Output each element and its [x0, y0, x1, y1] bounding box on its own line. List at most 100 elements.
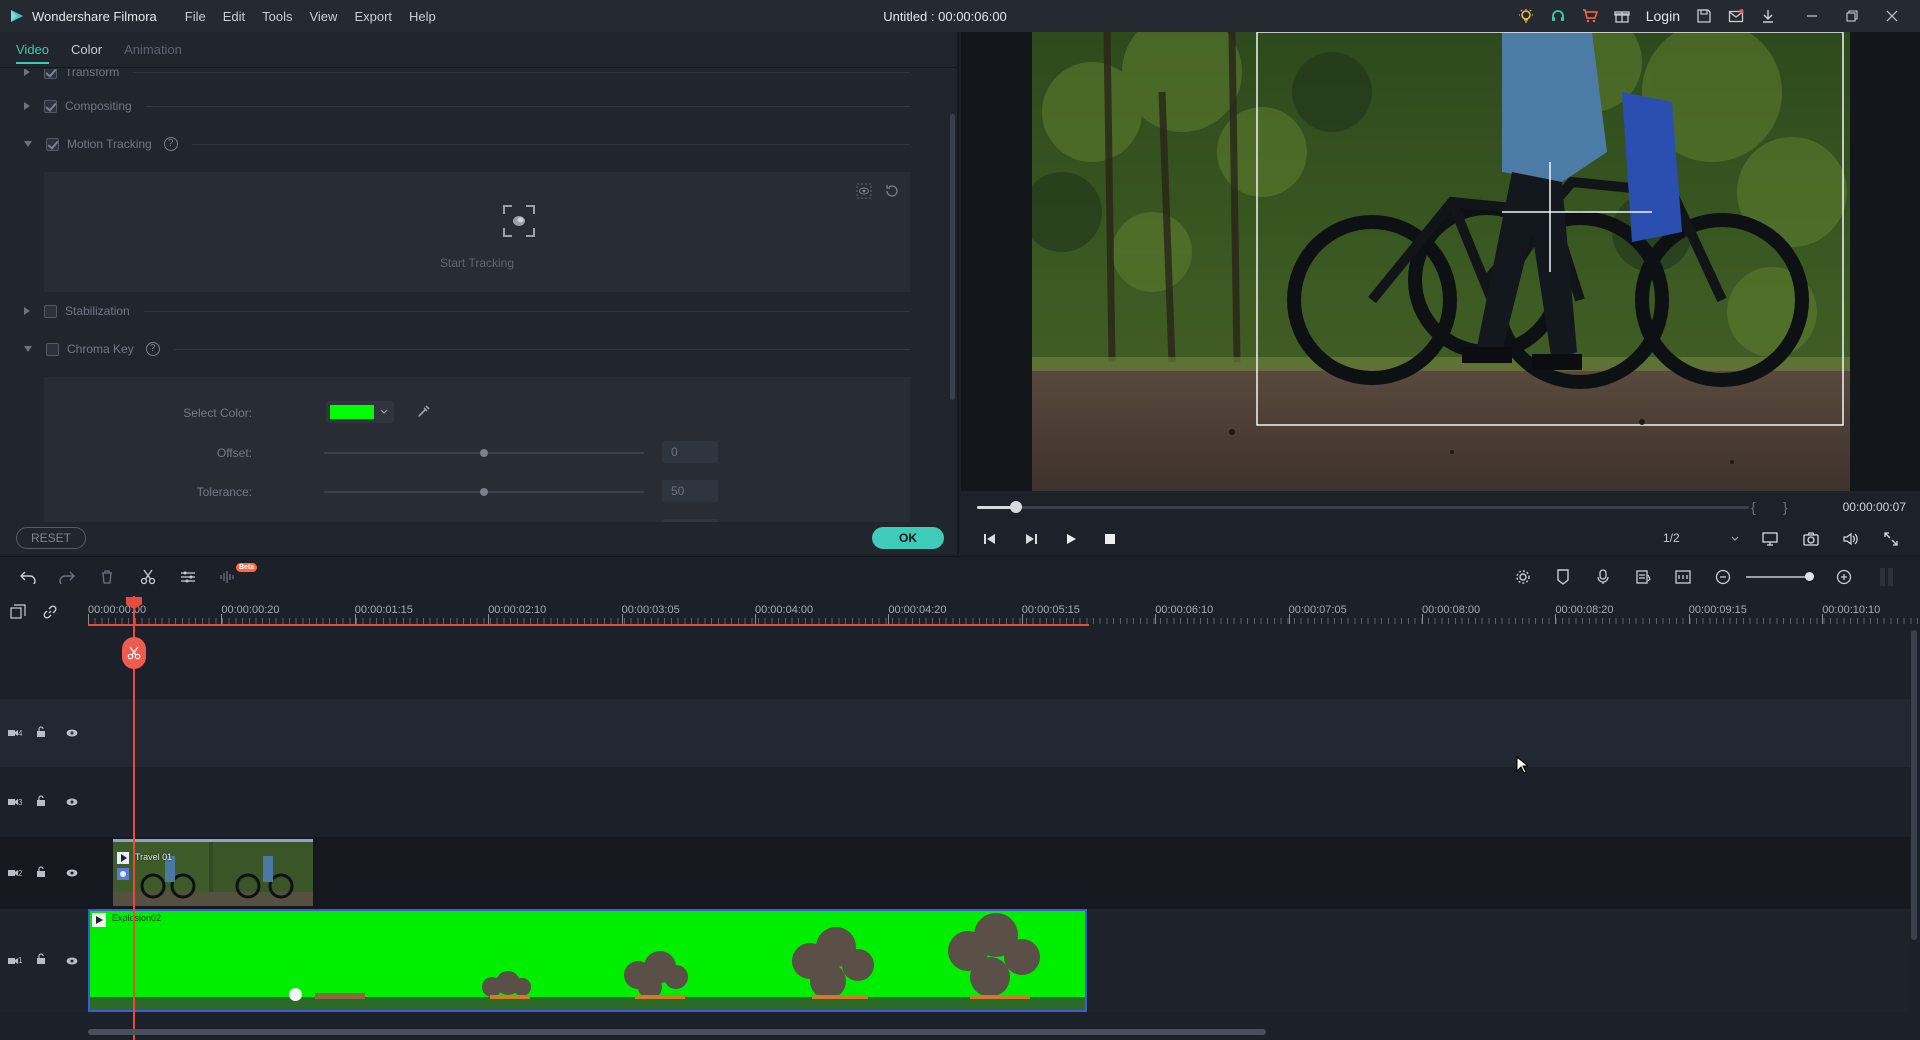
minimize-icon[interactable]: [1796, 0, 1828, 32]
download-icon[interactable]: [1752, 0, 1784, 32]
collapse-arrow-icon[interactable]: [24, 141, 32, 147]
zoom-in-icon[interactable]: [1834, 567, 1854, 587]
next-frame-icon[interactable]: [1021, 529, 1041, 549]
help-icon[interactable]: ?: [145, 342, 160, 356]
audio-waveform-icon[interactable]: [218, 567, 238, 587]
playback-progress-knob[interactable]: [1009, 501, 1022, 513]
render-gear-icon[interactable]: [1513, 567, 1533, 587]
timeline-ruler[interactable]: 00:00:00:00 00:00:00:20 00:00:01:15 00:00:0…: [88, 596, 1920, 626]
eyedropper-icon[interactable]: [416, 403, 432, 422]
ok-button[interactable]: OK: [872, 527, 944, 549]
zoom-out-icon[interactable]: [1713, 567, 1733, 587]
mail-icon[interactable]: [1720, 0, 1752, 32]
snapshot-camera-icon[interactable]: [1801, 529, 1821, 549]
clip-travel[interactable]: Travel 01: [113, 839, 313, 906]
keyframe-dot[interactable]: [289, 988, 302, 1001]
marker-shield-icon[interactable]: [1553, 567, 1573, 587]
tab-animation[interactable]: Animation: [124, 42, 182, 57]
tolerance-slider[interactable]: [324, 488, 644, 496]
section-stabilization[interactable]: Stabilization: [24, 301, 910, 321]
eye-icon[interactable]: [66, 866, 78, 880]
bulb-icon[interactable]: [1510, 0, 1542, 32]
eye-icon[interactable]: [66, 954, 78, 968]
expand-arrow-icon[interactable]: [24, 102, 30, 110]
support-headset-icon[interactable]: [1542, 0, 1574, 32]
eye-icon[interactable]: [66, 726, 78, 740]
playback-progress-bar[interactable]: [977, 501, 1749, 513]
timeline-horizontal-scrollbar[interactable]: [88, 1029, 1266, 1035]
timeline-zoom-knob[interactable]: [1805, 572, 1814, 581]
start-tracking-label[interactable]: Start Tracking: [44, 256, 910, 270]
section-compositing[interactable]: Compositing: [24, 96, 910, 116]
lock-icon[interactable]: [36, 953, 46, 968]
chroma-key-checkbox[interactable]: [46, 342, 59, 356]
reset-tracking-icon[interactable]: [884, 183, 900, 202]
lock-icon[interactable]: [36, 865, 46, 881]
undo-icon[interactable]: [18, 567, 38, 587]
eye-icon[interactable]: [66, 795, 78, 809]
menu-export[interactable]: Export: [354, 9, 392, 24]
timeline-vertical-scrollbar[interactable]: [1911, 630, 1917, 940]
start-tracking-icon[interactable]: [502, 204, 536, 238]
menu-file[interactable]: File: [185, 9, 206, 24]
adjust-settings-icon[interactable]: [178, 567, 198, 587]
gift-icon[interactable]: [1606, 0, 1638, 32]
microphone-icon[interactable]: [1593, 567, 1613, 587]
track-video-4[interactable]: 4: [0, 699, 1910, 767]
mark-out-icon[interactable]: }: [1783, 499, 1788, 515]
restore-icon[interactable]: [1836, 0, 1868, 32]
delete-icon[interactable]: [97, 567, 117, 587]
add-track-icon[interactable]: [10, 604, 26, 623]
offset-slider-knob[interactable]: [480, 449, 488, 457]
menu-tools[interactable]: Tools: [262, 9, 292, 24]
compositing-checkbox[interactable]: [44, 99, 57, 113]
offset-value[interactable]: 0: [662, 441, 718, 463]
play-icon[interactable]: [1061, 529, 1081, 549]
tolerance-slider-knob[interactable]: [480, 488, 488, 496]
playback-quality-select[interactable]: 1/2: [1653, 531, 1743, 549]
volume-icon[interactable]: [1841, 529, 1861, 549]
stabilization-checkbox[interactable]: [44, 304, 57, 318]
split-scissors-marker-icon[interactable]: [122, 637, 146, 669]
stop-icon[interactable]: [1100, 529, 1120, 549]
transform-checkbox[interactable]: [44, 69, 57, 79]
snap-picture-icon[interactable]: [1673, 567, 1693, 587]
timeline-zoom-slider[interactable]: [1746, 576, 1812, 578]
menu-edit[interactable]: Edit: [223, 9, 245, 24]
expand-arrow-icon[interactable]: [24, 69, 30, 76]
preview-video-frame[interactable]: [1032, 32, 1850, 491]
tab-color[interactable]: Color: [71, 42, 102, 57]
voiceover-mixer-icon[interactable]: [1633, 567, 1653, 587]
save-icon[interactable]: [1688, 0, 1720, 32]
panel-toggle-icon[interactable]: [1877, 567, 1897, 587]
help-icon[interactable]: ?: [163, 137, 178, 151]
tab-video[interactable]: Video: [16, 42, 50, 64]
key-color-picker[interactable]: [326, 401, 394, 423]
menu-help[interactable]: Help: [409, 9, 436, 24]
properties-scrollbar[interactable]: [950, 114, 955, 400]
offset-slider[interactable]: [324, 449, 644, 457]
mark-in-icon[interactable]: {: [1751, 499, 1756, 515]
display-monitor-icon[interactable]: [1760, 529, 1780, 549]
tolerance-value[interactable]: 50: [662, 480, 718, 502]
preview-eye-icon[interactable]: [856, 183, 872, 202]
collapse-arrow-icon[interactable]: [24, 346, 32, 352]
section-motion-tracking[interactable]: Motion Tracking ?: [24, 134, 910, 154]
lock-icon[interactable]: [36, 794, 46, 810]
reset-button[interactable]: RESET: [16, 527, 86, 549]
fullscreen-icon[interactable]: [1881, 529, 1901, 549]
link-icon[interactable]: [42, 604, 58, 623]
section-transform[interactable]: Transform: [24, 69, 910, 82]
login-link[interactable]: Login: [1646, 8, 1680, 24]
section-chroma-key[interactable]: Chroma Key ?: [24, 339, 910, 359]
clip-explosion[interactable]: Explosion02: [88, 909, 1087, 1012]
menu-view[interactable]: View: [309, 9, 337, 24]
split-scissors-icon[interactable]: [138, 567, 158, 587]
redo-icon[interactable]: [57, 567, 77, 587]
cart-icon[interactable]: [1574, 0, 1606, 32]
previous-frame-icon[interactable]: [980, 529, 1000, 549]
lock-icon[interactable]: [36, 725, 46, 741]
close-icon[interactable]: [1876, 0, 1908, 32]
motion-tracking-checkbox[interactable]: [46, 137, 59, 151]
expand-arrow-icon[interactable]: [24, 307, 30, 315]
